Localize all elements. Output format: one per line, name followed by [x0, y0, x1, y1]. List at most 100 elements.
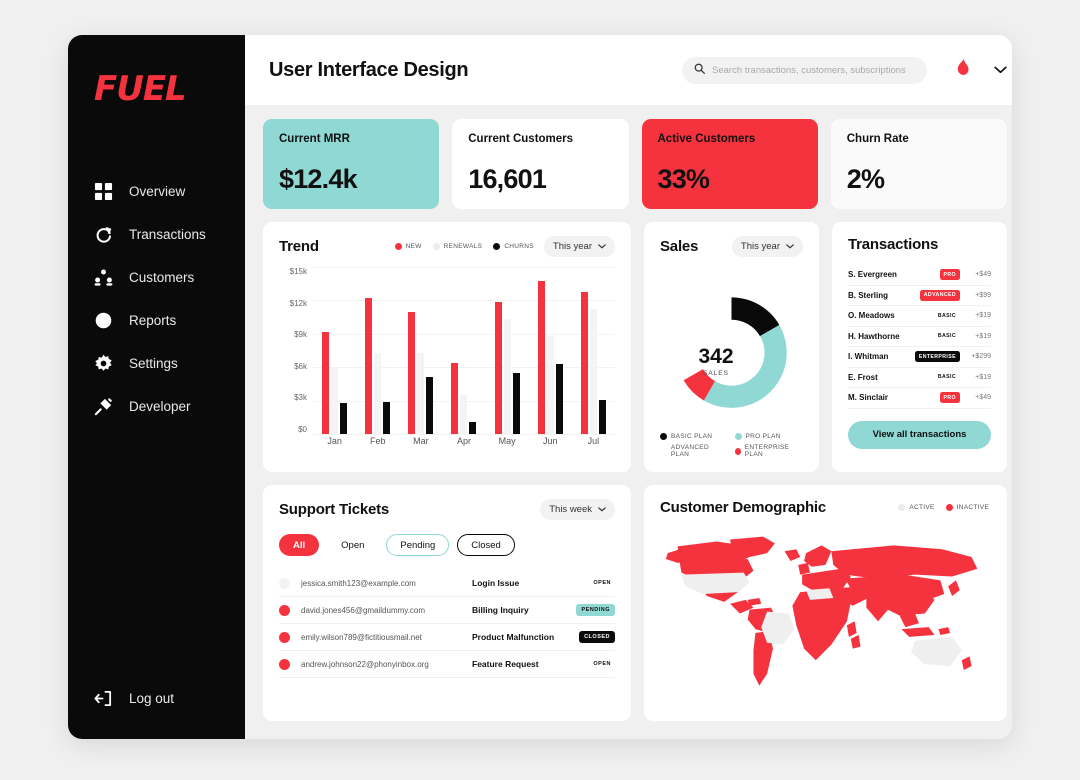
- view-all-transactions-button[interactable]: View all transactions: [848, 420, 991, 449]
- sidebar-item-label: Reports: [129, 313, 177, 328]
- row-bottom: Support Tickets This week All Open Pendi…: [263, 485, 1007, 721]
- bar-new[interactable]: [365, 298, 373, 434]
- bar-new[interactable]: [451, 362, 459, 434]
- tickets-range-select[interactable]: This week: [540, 499, 615, 520]
- legend-dot: [660, 447, 667, 455]
- grid-icon: [94, 182, 113, 201]
- ticket-status-badge: OPEN: [593, 580, 611, 586]
- filter-chip-closed[interactable]: Closed: [457, 534, 515, 556]
- trend-x-axis: Jan Feb Mar Apr May Jun Jul: [313, 436, 615, 458]
- transaction-row[interactable]: M. Sinclair PRO +$49: [848, 388, 991, 409]
- sales-donut: 342 SALES: [660, 257, 803, 433]
- chevron-down-icon: [598, 244, 606, 249]
- sidebar-item-logout[interactable]: Log out: [68, 678, 245, 719]
- bar-churns[interactable]: [469, 421, 477, 434]
- legend-item-new: NEW: [394, 243, 422, 250]
- flame-icon[interactable]: [953, 57, 972, 83]
- legend-label: INACTIVE: [956, 504, 989, 511]
- legend-item-pro-plan: PRO PLAN: [734, 433, 804, 440]
- transaction-row[interactable]: H. Hawthorne BASIC +$19: [848, 327, 991, 347]
- bar-churns[interactable]: [340, 402, 348, 434]
- ticket-status-badge: PENDING: [576, 604, 615, 616]
- bar-churns[interactable]: [598, 399, 606, 434]
- transaction-row[interactable]: S. Evergreen PRO +$49: [848, 265, 991, 286]
- bar-renewals[interactable]: [589, 309, 597, 434]
- transaction-row[interactable]: B. Sterling ADVANCED +$99: [848, 286, 991, 306]
- demographic-legend: ACTIVE INACTIVE: [898, 504, 989, 511]
- transaction-name: M. Sinclair: [848, 393, 889, 403]
- filter-chip-all[interactable]: All: [279, 534, 320, 556]
- bar-renewals[interactable]: [374, 352, 382, 434]
- kpi-label: Current MRR: [279, 133, 350, 145]
- ticket-row[interactable]: andrew.johnson22@phonyinbox.org Feature R…: [279, 651, 615, 678]
- kpi-card-current-mrr[interactable]: Current MRR $12.4k: [263, 119, 440, 209]
- bar-new[interactable]: [537, 281, 545, 434]
- legend-dot: [394, 243, 402, 250]
- x-tick-label: Jan: [327, 436, 342, 446]
- sidebar-nav: Overview Transactions Customers Reports: [68, 171, 245, 427]
- legend-item-inactive: INACTIVE: [945, 504, 989, 511]
- bar-new[interactable]: [580, 291, 588, 434]
- bar-renewals[interactable]: [546, 336, 554, 434]
- trend-plot: Jan Feb Mar Apr May Jun Jul: [313, 267, 615, 458]
- legend-label: PRO PLAN: [745, 433, 781, 440]
- trend-range-select[interactable]: This year: [543, 236, 615, 257]
- bar-renewals[interactable]: [503, 319, 511, 434]
- bar-renewals[interactable]: [460, 395, 468, 434]
- bar-group: [399, 267, 442, 434]
- sales-range-select[interactable]: This year: [731, 236, 803, 257]
- sales-total: 342 SALES: [678, 345, 754, 377]
- bar-renewals[interactable]: [417, 352, 425, 434]
- ticket-row[interactable]: jessica.smith123@example.com Login Issue O…: [279, 570, 615, 597]
- bar-churns[interactable]: [426, 377, 434, 434]
- sidebar-item-reports[interactable]: Reports: [68, 300, 245, 341]
- transaction-row[interactable]: O. Meadows BASIC +$19: [848, 306, 991, 327]
- chevron-down-icon[interactable]: [994, 61, 1007, 79]
- ticket-status-badge: OPEN: [593, 661, 611, 667]
- trend-card: Trend NEW RENEWALS CHURNS This year $15k…: [263, 222, 631, 472]
- ticket-row[interactable]: david.jones456@gmaildummy.com Billing Inq…: [279, 597, 615, 624]
- bar-renewals[interactable]: [331, 368, 339, 434]
- sidebar-item-transactions[interactable]: Transactions: [68, 214, 245, 255]
- world-map[interactable]: [660, 522, 991, 707]
- sidebar-item-customers[interactable]: Customers: [68, 257, 245, 298]
- transaction-amount: +$99: [975, 291, 991, 299]
- plan-badge: ENTERPRISE: [914, 351, 960, 363]
- filter-chip-open[interactable]: Open: [327, 534, 378, 556]
- bar-churns[interactable]: [512, 372, 520, 434]
- legend-dot: [493, 243, 501, 250]
- bar-group: [572, 267, 615, 434]
- transaction-row[interactable]: E. Frost BASIC +$19: [848, 368, 991, 388]
- ticket-status-dot: [279, 577, 290, 589]
- bar-churns[interactable]: [555, 363, 563, 434]
- kpi-card-churn-rate[interactable]: Churn Rate 2%: [830, 119, 1007, 209]
- sales-total-value: 342: [698, 345, 734, 368]
- sidebar-item-settings[interactable]: Settings: [68, 343, 245, 384]
- search-input[interactable]: [712, 64, 915, 76]
- sidebar-item-overview[interactable]: Overview: [68, 171, 245, 212]
- bar-churns[interactable]: [383, 401, 391, 434]
- legend-label: ENTERPRISE PLAN: [744, 444, 790, 458]
- trend-header: Trend NEW RENEWALS CHURNS This year: [279, 236, 615, 257]
- legend-dot: [898, 504, 906, 511]
- logout-icon: [94, 689, 113, 708]
- legend-dot: [432, 243, 440, 250]
- ticket-row[interactable]: emily.wilson789@fictitiousmail.net Produc…: [279, 624, 615, 651]
- search-icon: [694, 61, 705, 79]
- filter-chip-pending[interactable]: Pending: [386, 534, 450, 556]
- trend-bars: [313, 267, 615, 434]
- kpi-card-current-customers[interactable]: Current Customers 16,601: [452, 119, 629, 209]
- transaction-row[interactable]: I. Whitman ENTERPRISE +$299: [848, 347, 991, 368]
- sidebar-item-developer[interactable]: Developer: [68, 386, 245, 427]
- legend-item-renewals: RENEWALS: [432, 243, 483, 250]
- bar-new[interactable]: [408, 311, 416, 434]
- bar-new[interactable]: [322, 331, 330, 434]
- x-tick-label: Mar: [413, 436, 429, 446]
- tickets-list: jessica.smith123@example.com Login Issue O…: [279, 570, 615, 678]
- bar-new[interactable]: [494, 301, 502, 434]
- legend-item-active: ACTIVE: [898, 504, 934, 511]
- search-bar[interactable]: [682, 56, 927, 84]
- dashboard-content: Current MRR $12.4k Current Customers 16,…: [245, 105, 1012, 739]
- kpi-card-active-customers[interactable]: Active Customers 33%: [641, 119, 818, 209]
- bar-group: [313, 267, 356, 434]
